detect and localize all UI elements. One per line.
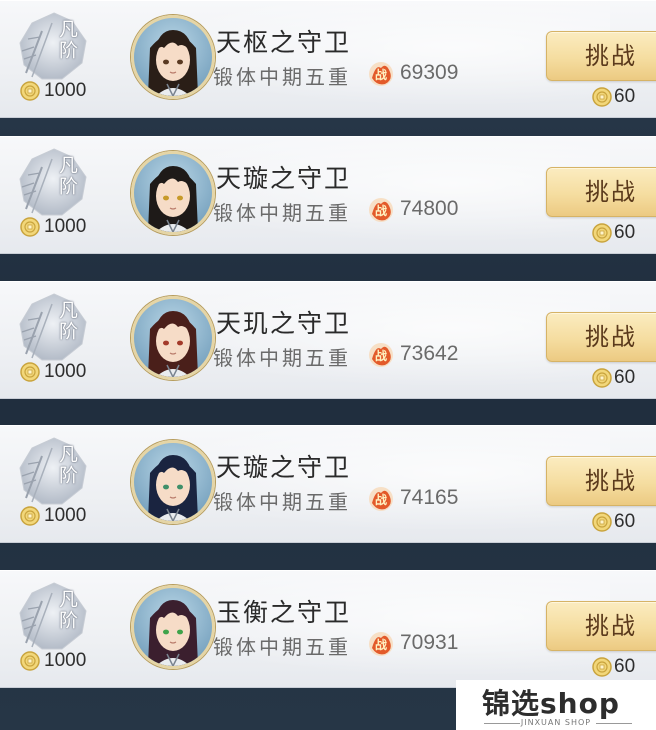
challenge-cost: 60 bbox=[614, 656, 636, 677]
coin-icon bbox=[20, 362, 40, 382]
rank-label: 凡阶 bbox=[56, 19, 78, 61]
opponent-name: 玉衡之守卫 bbox=[216, 598, 352, 627]
power-icon: 战 bbox=[369, 487, 393, 511]
opponent-card: 凡阶 1000 玉衡之守卫 锻体中期五重 战 70931 挑战 60 bbox=[0, 570, 656, 688]
opponent-card: 凡阶 1000 天枢之守卫 锻体中期五重 战 69309 挑战 60 bbox=[0, 0, 656, 118]
combat-power-value: 74800 bbox=[400, 197, 459, 220]
coin-icon bbox=[20, 651, 40, 671]
coin-icon bbox=[592, 223, 612, 243]
coin-icon bbox=[20, 81, 40, 101]
avatar[interactable] bbox=[131, 296, 215, 380]
challenge-cost: 60 bbox=[614, 222, 636, 243]
rank-label: 凡阶 bbox=[56, 444, 78, 486]
opponent-card: 凡阶 1000 天玑之守卫 锻体中期五重 战 73642 挑战 60 bbox=[0, 281, 656, 399]
challenge-cost: 60 bbox=[614, 86, 636, 107]
coin-icon bbox=[592, 657, 612, 677]
svg-text:战: 战 bbox=[375, 203, 387, 218]
watermark-divider-right bbox=[596, 723, 632, 724]
cultivation-realm: 锻体中期五重 bbox=[213, 635, 351, 659]
rank-value: 1000 bbox=[44, 650, 87, 671]
coin-icon bbox=[20, 217, 40, 237]
rank-label: 凡阶 bbox=[56, 155, 78, 197]
challenge-button[interactable]: 挑战 bbox=[546, 456, 656, 506]
rank-badge-icon: 凡阶 bbox=[12, 581, 96, 653]
avatar[interactable] bbox=[131, 440, 215, 524]
avatar[interactable] bbox=[131, 151, 215, 235]
combat-power-value: 73642 bbox=[400, 342, 459, 365]
combat-power-value: 70931 bbox=[400, 631, 459, 654]
combat-power-value: 74165 bbox=[400, 486, 459, 509]
opponent-name: 天璇之守卫 bbox=[216, 453, 352, 482]
power-icon: 战 bbox=[369, 198, 393, 222]
challenge-cost: 60 bbox=[614, 367, 636, 388]
rank-label: 凡阶 bbox=[56, 300, 78, 342]
opponent-name: 天玑之守卫 bbox=[216, 309, 352, 338]
svg-text:战: 战 bbox=[375, 348, 387, 363]
cultivation-realm: 锻体中期五重 bbox=[213, 65, 351, 89]
power-icon: 战 bbox=[369, 62, 393, 86]
opponent-name: 天璇之守卫 bbox=[216, 164, 352, 193]
rank-value: 1000 bbox=[44, 216, 87, 237]
avatar[interactable] bbox=[131, 15, 215, 99]
opponent-list: 凡阶 1000 天枢之守卫 锻体中期五重 战 69309 挑战 60 凡阶 10… bbox=[0, 0, 656, 730]
opponent-card: 凡阶 1000 天璇之守卫 锻体中期五重 战 bbox=[0, 425, 656, 543]
power-icon: 战 bbox=[369, 632, 393, 656]
challenge-button[interactable]: 挑战 bbox=[546, 601, 656, 651]
opponent-card: 凡阶 1000 天璇之守卫 锻体中期五重 战 bbox=[0, 136, 656, 254]
rank-badge-icon: 凡阶 bbox=[12, 147, 96, 219]
svg-text:战: 战 bbox=[375, 67, 387, 82]
watermark: 锦选shop JINXUAN SHOP bbox=[456, 680, 656, 730]
coin-icon bbox=[592, 512, 612, 532]
rank-value: 1000 bbox=[44, 361, 87, 382]
coin-icon bbox=[592, 87, 612, 107]
rank-badge-icon: 凡阶 bbox=[12, 292, 96, 364]
rank-value: 1000 bbox=[44, 80, 87, 101]
watermark-brand: 锦选shop bbox=[482, 687, 620, 720]
power-icon: 战 bbox=[369, 343, 393, 367]
rank-badge-icon: 凡阶 bbox=[12, 436, 96, 508]
cultivation-realm: 锻体中期五重 bbox=[213, 490, 351, 514]
challenge-button[interactable]: 挑战 bbox=[546, 312, 656, 362]
coin-icon bbox=[592, 368, 612, 388]
svg-text:战: 战 bbox=[375, 492, 387, 507]
rank-value: 1000 bbox=[44, 505, 87, 526]
opponent-name: 天枢之守卫 bbox=[216, 28, 352, 57]
coin-icon bbox=[20, 506, 40, 526]
svg-text:战: 战 bbox=[375, 637, 387, 652]
challenge-button[interactable]: 挑战 bbox=[546, 167, 656, 217]
cultivation-realm: 锻体中期五重 bbox=[213, 346, 351, 370]
rank-badge-icon: 凡阶 bbox=[12, 11, 96, 83]
challenge-cost: 60 bbox=[614, 511, 636, 532]
avatar[interactable] bbox=[131, 585, 215, 669]
cultivation-realm: 锻体中期五重 bbox=[213, 201, 351, 225]
rank-label: 凡阶 bbox=[56, 589, 78, 631]
combat-power-value: 69309 bbox=[400, 61, 459, 84]
challenge-button[interactable]: 挑战 bbox=[546, 31, 656, 81]
